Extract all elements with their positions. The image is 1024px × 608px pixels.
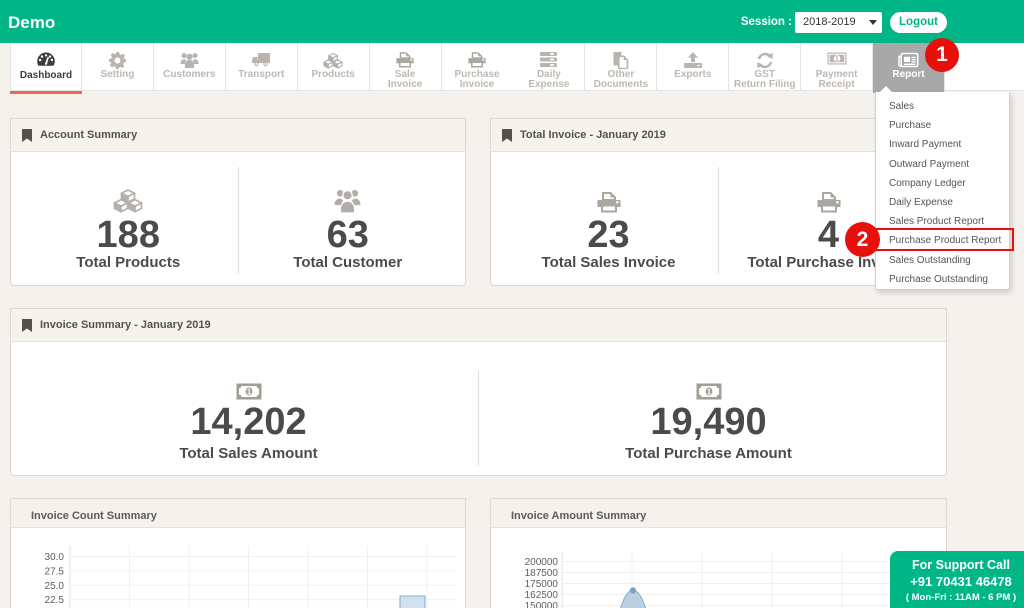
- svg-text:150000: 150000: [525, 601, 559, 608]
- svg-text:162500: 162500: [525, 590, 559, 601]
- svg-text:22.5: 22.5: [45, 595, 65, 606]
- svg-text:175000: 175000: [525, 579, 559, 590]
- svg-text:30.0: 30.0: [45, 552, 65, 563]
- svg-text:25.0: 25.0: [45, 581, 65, 592]
- svg-text:187500: 187500: [525, 568, 559, 579]
- svg-text:27.5: 27.5: [45, 567, 65, 578]
- svg-text:1: 1: [835, 56, 839, 63]
- svg-text:200000: 200000: [525, 557, 559, 568]
